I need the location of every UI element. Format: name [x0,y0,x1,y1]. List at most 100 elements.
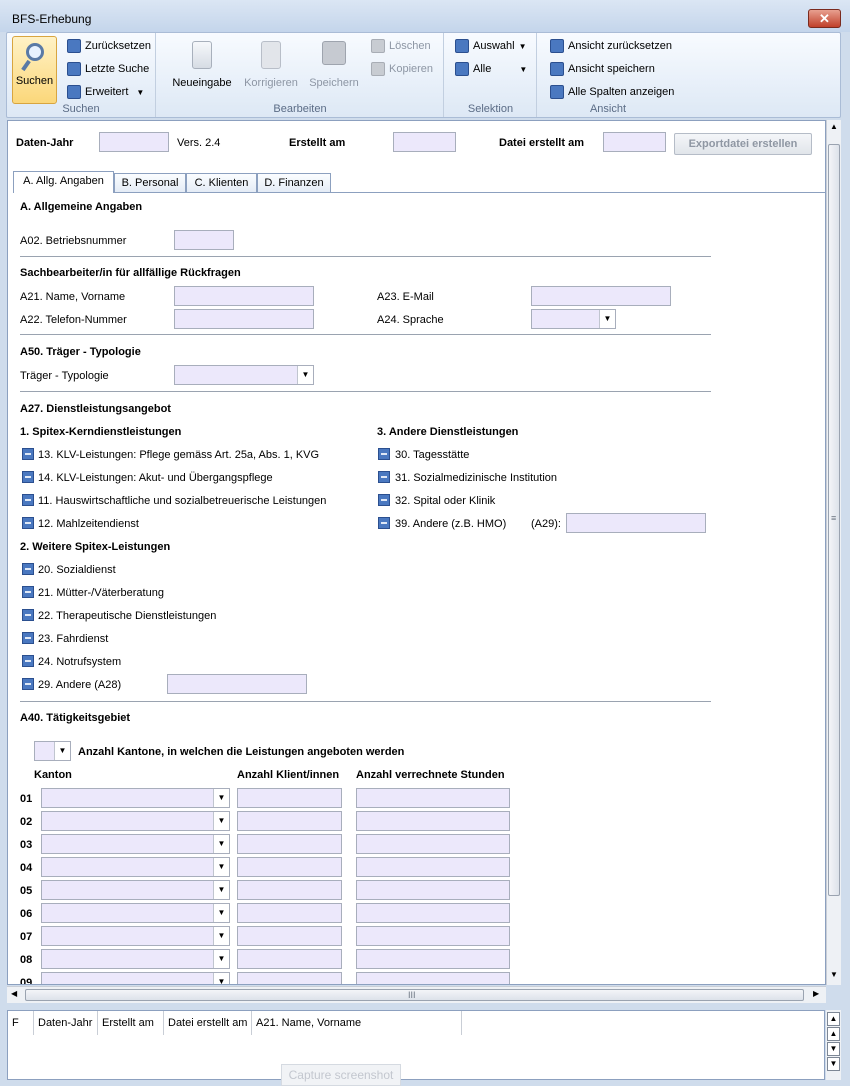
daten-jahr-input[interactable] [99,132,169,152]
checkbox-13[interactable] [22,448,34,460]
a28-input[interactable] [167,674,307,694]
stunden-input[interactable] [356,972,510,984]
chevron-down-icon: ▼ [136,87,145,97]
capture-screenshot-button[interactable]: Capture screenshot [281,1064,401,1086]
grid-col-daten-jahr[interactable]: Daten-Jahr [34,1011,98,1035]
selection-button[interactable]: Auswahl ▼ [455,39,527,53]
a23-input[interactable] [531,286,671,306]
stunden-input[interactable] [356,949,510,969]
datei-erstellt-input[interactable] [603,132,666,152]
klienten-input[interactable] [237,972,342,984]
a02-input[interactable] [174,230,234,250]
weitere-24-label: 24. Notrufsystem [38,656,122,668]
kanton-select[interactable]: ▼ [41,949,230,969]
save-button[interactable]: Speichern [307,39,361,89]
scroll-down-icon[interactable]: ▼ [830,970,838,979]
export-file-button[interactable]: Exportdatei erstellen [674,133,812,155]
scroll-left-icon[interactable]: ◀ [11,989,17,998]
kanton-select[interactable]: ▼ [41,788,230,808]
grid-col-datei-erstellt[interactable]: Datei erstellt am [164,1011,252,1035]
stunden-input[interactable] [356,903,510,923]
show-all-columns-button[interactable]: Alle Spalten anzeigen [550,85,674,99]
copy-button[interactable]: Kopieren [371,62,433,76]
stunden-input[interactable] [356,834,510,854]
kanton-select[interactable]: ▼ [41,903,230,923]
checkbox-30[interactable] [378,448,390,460]
tab-finanzen[interactable]: D. Finanzen [257,173,331,193]
checkbox-14[interactable] [22,471,34,483]
scroll-page-up-icon[interactable]: ▲ [827,1027,840,1041]
view-reset-button[interactable]: Ansicht zurücksetzen [550,39,672,53]
vertical-scrollbar[interactable]: ▲ ≡ ▼ [826,120,841,985]
kanton-select[interactable]: ▼ [41,926,230,946]
delete-button[interactable]: Löschen [371,39,431,53]
a21-input[interactable] [174,286,314,306]
grid-col-name[interactable]: A21. Name, Vorname [252,1011,462,1035]
klienten-input[interactable] [237,903,342,923]
checkbox-20[interactable] [22,563,34,575]
stunden-input[interactable] [356,926,510,946]
checkbox-39[interactable] [378,517,390,529]
grid-col-erstellt-am[interactable]: Erstellt am [98,1011,164,1035]
stunden-input[interactable] [356,880,510,900]
last-search-button[interactable]: Letzte Suche [67,62,149,76]
klienten-input[interactable] [237,811,342,831]
klienten-input[interactable] [237,880,342,900]
kanton-select[interactable]: ▼ [41,972,230,984]
scroll-page-down-icon[interactable]: ▼ [827,1042,840,1056]
scroll-right-icon[interactable]: ▶ [813,989,819,998]
scroll-top-icon[interactable]: ▲ [827,1012,840,1026]
tab-allg-angaben[interactable]: A. Allg. Angaben [13,171,114,193]
new-entry-button[interactable]: Neueingabe [171,39,233,89]
kanton-row-number: 03 [20,839,33,851]
grid-scrollbar[interactable]: ▲ ▲ ▼ ▼ [826,1010,841,1080]
scroll-up-icon[interactable]: ▲ [830,122,838,131]
checkbox-22[interactable] [22,609,34,621]
checkbox-29[interactable] [22,678,34,690]
klienten-input[interactable] [237,926,342,946]
klienten-input[interactable] [237,857,342,877]
checkbox-12[interactable] [22,517,34,529]
scroll-thumb[interactable]: ≡ [828,144,840,896]
hscroll-thumb[interactable]: III [25,989,804,1001]
kanton-select[interactable]: ▼ [41,834,230,854]
checkbox-23[interactable] [22,632,34,644]
view-save-button[interactable]: Ansicht speichern [550,62,655,76]
advanced-button[interactable]: Erweitert ▼ [67,85,144,99]
all-label: Alle [473,63,492,75]
checkbox-32[interactable] [378,494,390,506]
a29-input[interactable] [566,513,706,533]
stunden-input[interactable] [356,857,510,877]
klienten-input[interactable] [237,834,342,854]
klienten-input[interactable] [237,788,342,808]
kanton-select[interactable]: ▼ [41,880,230,900]
stunden-input[interactable] [356,788,510,808]
correct-button[interactable]: Korrigieren [241,39,301,89]
traeger-select[interactable]: ▼ [174,365,314,385]
a24-select[interactable]: ▼ [531,309,616,329]
grid-col-f[interactable]: F [8,1011,34,1035]
checkbox-31[interactable] [378,471,390,483]
weitere-title: 2. Weitere Spitex-Leistungen [20,541,171,553]
all-button[interactable]: Alle ▼ [455,62,527,76]
erstellt-am-input[interactable] [393,132,456,152]
scroll-bottom-icon[interactable]: ▼ [827,1057,840,1071]
selection-label: Auswahl [473,40,515,52]
ribbon-group-selektion: Auswahl ▼ Alle ▼ Selektion [445,33,537,117]
anzahl-kantone-select[interactable]: ▼ [34,741,71,761]
tab-personal[interactable]: B. Personal [114,173,186,193]
stunden-input[interactable] [356,811,510,831]
kanton-select[interactable]: ▼ [41,857,230,877]
search-button[interactable]: Suchen [12,36,57,104]
checkbox-11[interactable] [22,494,34,506]
tab-klienten[interactable]: C. Klienten [186,173,257,193]
checkbox-21[interactable] [22,586,34,598]
reset-button[interactable]: Zurücksetzen [67,39,151,53]
klienten-input[interactable] [237,949,342,969]
kanton-select[interactable]: ▼ [41,811,230,831]
checkbox-24[interactable] [22,655,34,667]
a22-input[interactable] [174,309,314,329]
close-button[interactable]: ✕ [808,9,841,28]
horizontal-scrollbar[interactable]: ◀ III ▶ [7,986,826,1003]
group-label-bearbeiten: Bearbeiten [273,103,327,115]
